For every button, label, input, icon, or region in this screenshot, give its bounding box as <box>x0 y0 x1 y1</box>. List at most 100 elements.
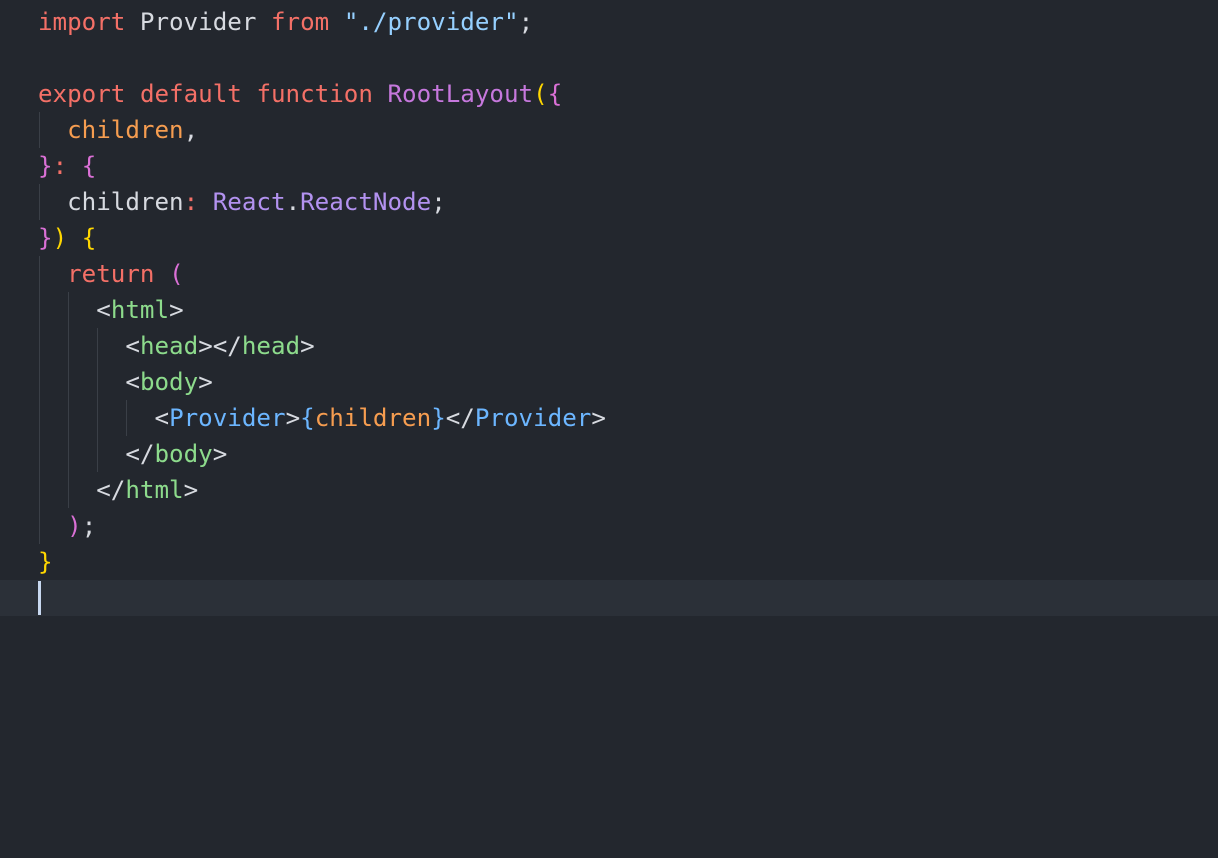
code-token: { <box>300 404 315 432</box>
indent-guide <box>68 472 70 508</box>
code-token: { <box>81 224 97 252</box>
code-editor[interactable]: import Provider from "./provider"; export… <box>0 0 1218 858</box>
code-token: < <box>38 368 140 396</box>
code-token: </ <box>38 440 155 468</box>
code-token: : <box>52 152 82 180</box>
code-token: } <box>38 224 53 252</box>
code-token: "./provider" <box>343 8 519 36</box>
code-token: . <box>285 188 301 216</box>
code-token: children <box>67 116 184 144</box>
code-line[interactable]: </html> <box>38 472 1218 508</box>
code-token: { <box>81 152 97 180</box>
indent-guide <box>68 436 70 472</box>
code-token: > <box>285 404 301 432</box>
code-line[interactable]: import Provider from "./provider"; <box>38 4 1218 40</box>
code-line[interactable]: <html> <box>38 292 1218 328</box>
indent-guide <box>126 400 128 436</box>
code-line[interactable]: children: React.ReactNode; <box>38 184 1218 220</box>
indent-guide <box>39 292 40 328</box>
code-token: from <box>271 8 330 36</box>
code-token: Provider <box>169 404 286 432</box>
indent-guide <box>39 256 40 292</box>
code-token: } <box>38 152 53 180</box>
code-token: ReactNode <box>300 188 432 216</box>
code-line[interactable]: } <box>38 544 1218 580</box>
code-token: function <box>256 80 373 108</box>
indent-guide <box>39 112 40 148</box>
code-line[interactable]: ); <box>38 508 1218 544</box>
code-token: children <box>314 404 432 432</box>
indent-guide <box>39 328 40 364</box>
code-token: } <box>431 404 446 432</box>
code-token: body <box>139 368 199 396</box>
indent-guide <box>68 364 70 400</box>
code-line[interactable]: export default function RootLayout({ <box>38 76 1218 112</box>
code-line[interactable]: children, <box>38 112 1218 148</box>
code-token: html <box>110 296 170 324</box>
code-token: Provider <box>474 404 592 432</box>
code-token: < <box>38 404 170 432</box>
code-token: > <box>300 332 315 360</box>
code-line[interactable] <box>0 580 1218 616</box>
code-token: > <box>169 296 184 324</box>
code-token: ; <box>431 188 446 216</box>
indent-guide <box>97 400 99 436</box>
code-token: > <box>198 368 213 396</box>
indent-guide <box>39 472 40 508</box>
indent-guide <box>68 292 70 328</box>
code-token: ; <box>518 8 534 36</box>
code-token: Provider <box>125 8 271 36</box>
code-token: ( <box>533 80 548 108</box>
indent-guide <box>68 400 70 436</box>
code-line[interactable]: }: { <box>38 148 1218 184</box>
code-line[interactable]: return ( <box>38 256 1218 292</box>
code-area[interactable]: import Provider from "./provider"; export… <box>0 4 1218 616</box>
indent-guide <box>39 400 40 436</box>
code-token: ) <box>67 512 82 540</box>
code-token: export <box>38 80 126 108</box>
indent-guide <box>68 328 70 364</box>
code-token: { <box>547 80 563 108</box>
code-token: React <box>212 188 286 216</box>
code-token: head <box>139 332 199 360</box>
code-token: } <box>38 548 53 576</box>
code-token: < <box>38 296 111 324</box>
indent-guide <box>39 436 40 472</box>
code-token: html <box>125 476 184 504</box>
indent-guide <box>39 364 40 400</box>
code-line[interactable]: <Provider>{children}</Provider> <box>38 400 1218 436</box>
indent-guide <box>97 364 99 400</box>
indent-guide <box>97 328 99 364</box>
code-token: ) <box>52 224 68 252</box>
code-token: < <box>38 332 140 360</box>
code-token: return <box>67 260 155 288</box>
code-token: default <box>139 80 242 108</box>
code-token: </ <box>38 476 126 504</box>
code-token: > <box>591 404 606 432</box>
code-token: ></ <box>198 332 242 360</box>
code-token: : <box>183 188 213 216</box>
code-token: import <box>38 8 126 36</box>
code-line[interactable] <box>38 40 1218 76</box>
code-token: > <box>183 476 199 504</box>
code-line[interactable]: }) { <box>38 220 1218 256</box>
code-token: RootLayout <box>387 80 534 108</box>
code-line[interactable]: <body> <box>38 364 1218 400</box>
code-token: , <box>183 116 199 144</box>
code-line[interactable]: <head></head> <box>38 328 1218 364</box>
indent-guide <box>39 184 40 220</box>
code-line[interactable]: </body> <box>38 436 1218 472</box>
code-token: > <box>212 440 228 468</box>
code-token: ( <box>169 260 184 288</box>
indent-guide <box>97 436 99 472</box>
code-token: ; <box>81 512 97 540</box>
